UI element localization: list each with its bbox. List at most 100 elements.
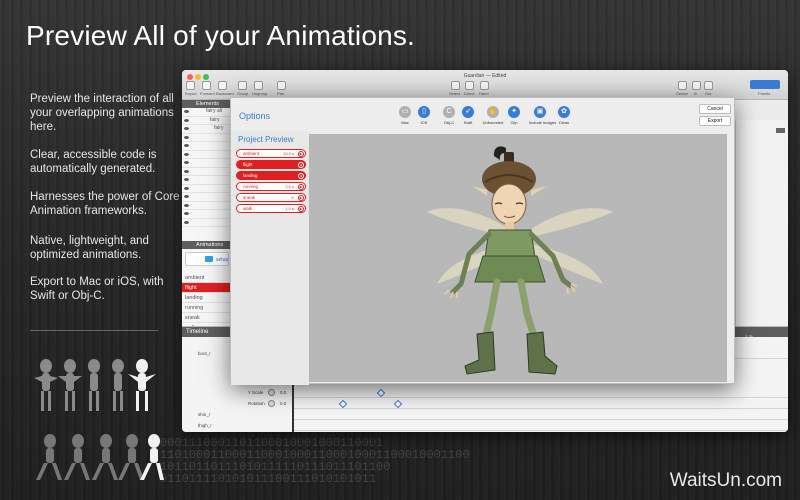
option-clip[interactable]: ✦ Clip [503, 106, 525, 125]
eye-icon[interactable] [184, 127, 189, 130]
play-icon[interactable]: ▶ [298, 184, 304, 190]
element-row[interactable]: fairy [182, 125, 231, 134]
option-unbounded[interactable]: ✋ Unbounded [482, 106, 504, 125]
inspector-tab[interactable] [776, 128, 785, 133]
backward-icon[interactable] [218, 81, 227, 90]
cancel-button[interactable]: Cancel [699, 104, 731, 114]
preview-item-ambient[interactable]: ambient 10.0 s ▶ [236, 149, 306, 158]
export-button[interactable]: Export [699, 116, 731, 126]
ungroup-icon[interactable] [254, 81, 263, 90]
eye-icon[interactable] [184, 152, 189, 156]
timeline-track [292, 430, 788, 431]
keyframe-diamond[interactable] [393, 399, 403, 409]
eye-icon[interactable] [184, 118, 189, 122]
preview-item-running[interactable]: running 2.0 s ▶ [236, 182, 306, 191]
play-icon[interactable]: ▶ [298, 151, 304, 157]
timeline-row-shin-r[interactable]: shin_r [182, 410, 292, 419]
preview-item-sneak[interactable]: sneak ∞ ▶ [236, 193, 306, 202]
feature-2: Clear, accessible code is automatically … [30, 149, 157, 175]
eye-icon[interactable] [184, 169, 189, 173]
rotation-value: 0.0 [280, 401, 287, 406]
option-label: iOS [420, 120, 428, 125]
keyframe-diamond[interactable] [338, 399, 348, 409]
option-label: Unbounded [482, 120, 504, 125]
element-row[interactable] [182, 185, 231, 193]
center-icon[interactable] [678, 81, 687, 90]
timeline-ruler[interactable]: 3.25 [735, 327, 788, 339]
inspector-panel [735, 120, 788, 330]
element-row[interactable] [182, 219, 231, 227]
eye-icon[interactable] [184, 135, 189, 139]
element-row[interactable]: fairy [182, 117, 231, 125]
fairy-silhouettes-bottom [36, 434, 164, 480]
element-row[interactable] [182, 159, 231, 168]
option-label: Clean [558, 120, 570, 125]
animation-item-flight[interactable]: flight [182, 283, 232, 293]
y-scale-value: 0.0 [280, 390, 287, 395]
titlebar: Guardian — Edited Export Forward Backwar… [182, 70, 788, 100]
export-icon[interactable] [186, 81, 195, 90]
play-icon[interactable]: ▶ [298, 206, 304, 212]
eye-icon[interactable] [184, 161, 189, 164]
setup-icon [205, 256, 213, 262]
option-clean[interactable]: ✿ Clean [553, 106, 575, 125]
animation-preview-canvas[interactable] [309, 134, 727, 382]
option-label: Include Images [529, 120, 557, 125]
toolbar-label-export: Export [185, 91, 197, 96]
eye-icon[interactable] [184, 186, 189, 190]
keyframe-toggle[interactable] [268, 400, 275, 407]
animation-item-landing[interactable]: landing [182, 293, 232, 303]
animation-item-running[interactable]: running [182, 303, 232, 313]
eye-icon[interactable] [184, 144, 189, 147]
timeline-row-thigh-r[interactable]: thigh_r [182, 421, 292, 430]
eye-icon[interactable] [184, 178, 189, 181]
element-row[interactable] [182, 202, 231, 210]
toolbar-label-backward: Backward [216, 91, 234, 96]
select-icon[interactable] [451, 81, 460, 90]
preview-item-landing[interactable]: landing ● [236, 171, 306, 180]
element-row[interactable] [182, 176, 231, 185]
eye-icon[interactable] [184, 212, 189, 215]
group-icon[interactable] [238, 81, 247, 90]
keyframe-toggle[interactable] [268, 389, 275, 396]
play-icon[interactable]: ▶ [298, 195, 304, 201]
hand-icon[interactable] [480, 81, 489, 90]
timeline-row-y-scale[interactable]: Y Scale 0.0 [182, 388, 292, 397]
option-include-images[interactable]: ▣ Include Images [529, 106, 557, 125]
element-row[interactable] [182, 134, 231, 142]
option-ios[interactable]: ▯ iOS [413, 106, 435, 125]
eye-icon[interactable] [184, 195, 189, 198]
element-row[interactable] [182, 193, 231, 202]
unbounded-icon: ✋ [487, 106, 499, 118]
feature-3: Harnesses the power of Core Animation fr… [30, 191, 180, 217]
direct-icon[interactable] [465, 81, 474, 90]
loop-icon[interactable]: ● [298, 173, 304, 179]
eye-icon[interactable] [184, 110, 189, 113]
toolbar-label-ungroup: Ungroup [252, 91, 268, 96]
timeline-row-rotation[interactable]: Rotation 0.0 [182, 399, 292, 408]
element-row[interactable] [182, 142, 231, 151]
preview-item-flight[interactable]: flight ● [236, 160, 306, 169]
pan-icon[interactable] [277, 81, 286, 90]
eye-icon[interactable] [184, 203, 189, 207]
element-row[interactable] [182, 168, 231, 176]
zoom-out-icon[interactable] [704, 81, 713, 90]
ios-icon: ▯ [418, 106, 430, 118]
preview-item-walk[interactable]: walk 1.0 s ▶ [236, 204, 306, 213]
animation-item-sneak[interactable]: sneak [182, 313, 232, 323]
eye-icon[interactable] [184, 220, 189, 224]
option-swift[interactable]: ➶ Swift [457, 106, 479, 125]
setup-button[interactable]: setup [185, 252, 229, 266]
rotation-label: Rotation [248, 401, 265, 406]
zoom-in-icon[interactable] [692, 81, 701, 90]
animation-item-ambient[interactable]: ambient [182, 273, 232, 283]
objc-icon: C [443, 106, 455, 118]
loop-icon[interactable]: ● [298, 162, 304, 168]
element-row[interactable] [182, 210, 231, 219]
keyframe-diamond[interactable] [376, 388, 386, 398]
toolbar-label-hand: Hand [479, 91, 489, 96]
element-row[interactable] [182, 151, 231, 159]
panels-toggle[interactable] [750, 80, 780, 89]
element-row[interactable]: fairy all [182, 108, 231, 117]
forward-icon[interactable] [202, 81, 211, 90]
